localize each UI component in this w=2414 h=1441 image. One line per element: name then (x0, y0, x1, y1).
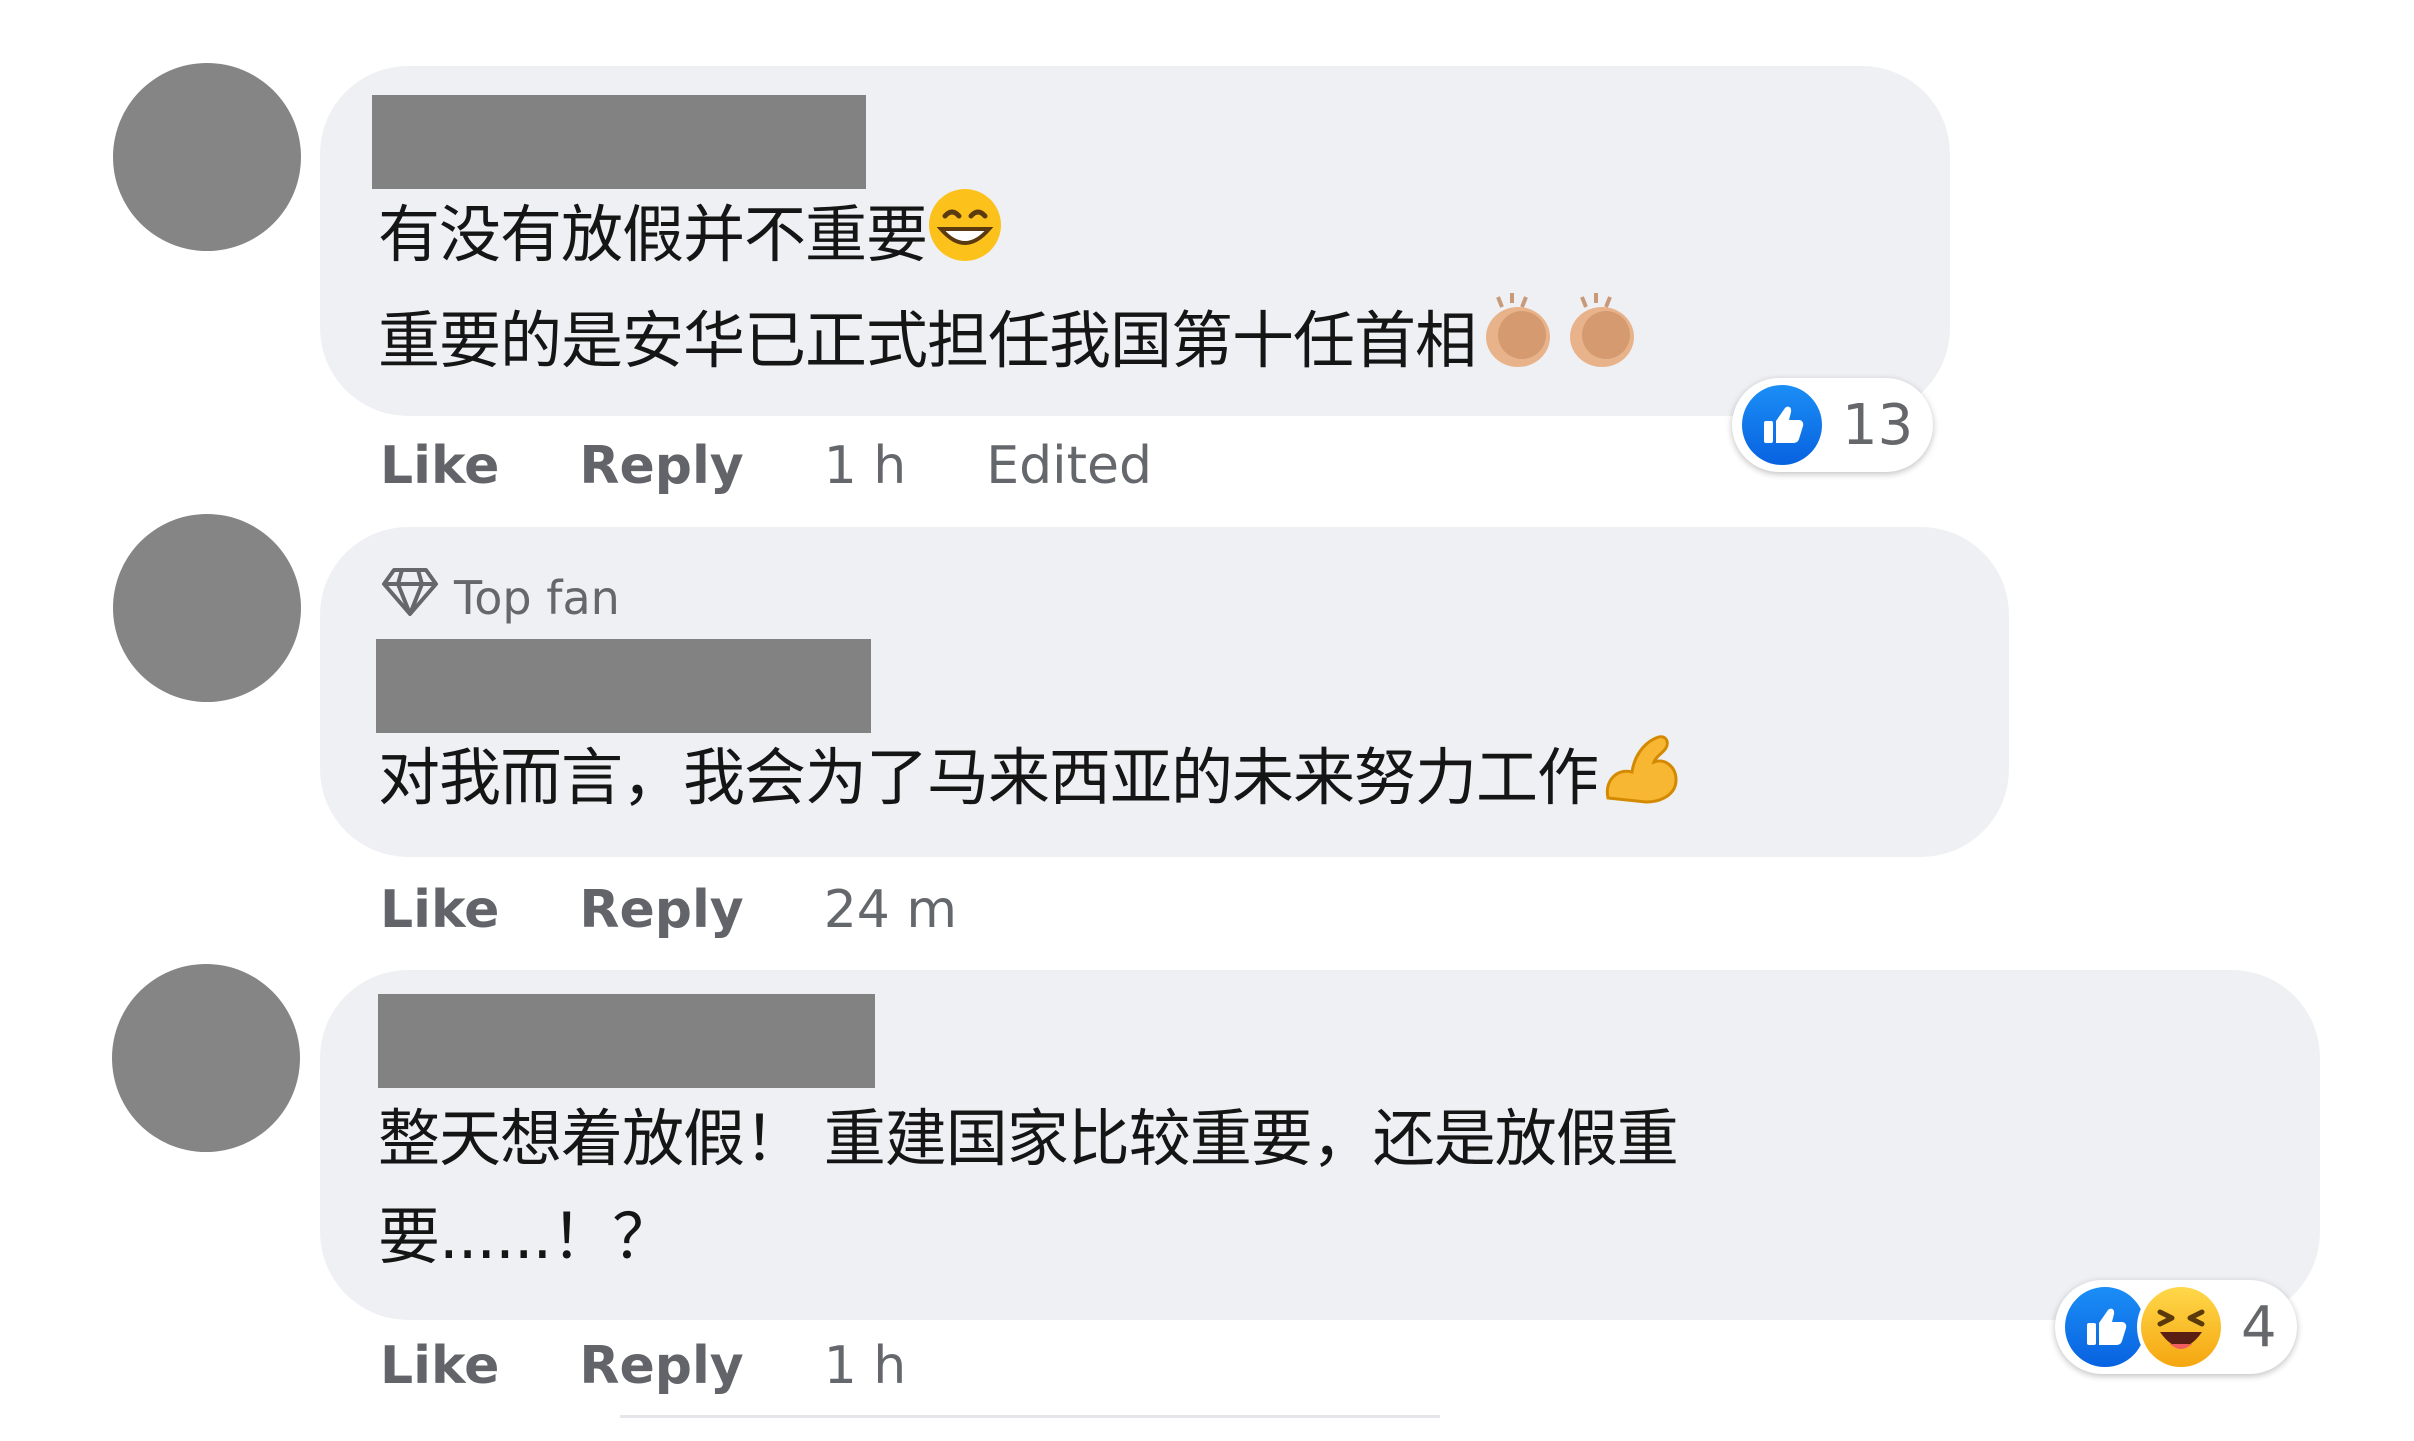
grinning-emoji-icon (927, 187, 1003, 291)
top-fan-badge[interactable]: Top fan (380, 566, 620, 629)
divider (620, 1415, 1440, 1418)
like-reaction-icon (2061, 1283, 2149, 1371)
flexed-biceps-emoji-icon (1598, 728, 1682, 836)
reaction-count: 4 (2241, 1294, 2277, 1360)
like-reaction-icon (1738, 381, 1826, 469)
reply-button[interactable]: Reply (579, 436, 743, 496)
avatar[interactable] (113, 63, 301, 251)
like-button[interactable]: Like (380, 436, 499, 496)
comment-line: 对我而言，我会为了马来西亚的未来努力工作 (378, 741, 1599, 815)
reaction-summary[interactable]: 13 (1732, 378, 1934, 472)
clap-emoji-icon (1476, 291, 1560, 399)
comment-text: 整天想着放假！ 重建国家比较重要，还是放假重 要......！？ (378, 1090, 1679, 1286)
comment-line: 有没有放假并不重要 (378, 198, 928, 271)
redacted-author-name[interactable] (372, 95, 866, 189)
like-button[interactable]: Like (380, 880, 499, 940)
avatar[interactable] (113, 514, 301, 702)
reaction-count: 13 (1842, 392, 1914, 458)
haha-reaction-icon (2137, 1283, 2225, 1371)
comment-actions: Like Reply 1 h (380, 1336, 906, 1396)
comment-line: 重要的是安华已正式担任我国第十任首相 (378, 304, 1477, 377)
avatar[interactable] (112, 964, 300, 1152)
comment-text: 有没有放假并不重要 重要的是安华已正式担任我国第十任首相 (378, 186, 1644, 399)
timestamp[interactable]: 1 h (824, 1336, 907, 1396)
comment-text: 对我而言，我会为了马来西亚的未来努力工作 (378, 728, 1682, 836)
edited-label[interactable]: Edited (986, 436, 1152, 496)
top-fan-label: Top fan (454, 570, 620, 625)
comment-actions: Like Reply 1 h Edited (380, 436, 1152, 496)
clap-emoji-icon (1560, 291, 1644, 399)
reaction-summary[interactable]: 4 (2055, 1280, 2297, 1374)
reply-button[interactable]: Reply (579, 880, 743, 940)
comment-actions: Like Reply 24 m (380, 880, 957, 940)
comment-line: 整天想着放假！ 重建国家比较重要，还是放假重 (378, 1102, 1679, 1175)
redacted-author-name[interactable] (378, 994, 875, 1088)
timestamp[interactable]: 1 h (824, 436, 907, 496)
redacted-author-name[interactable] (376, 639, 871, 733)
reply-button[interactable]: Reply (579, 1336, 743, 1396)
diamond-icon (380, 566, 440, 629)
comment-line: 要......！？ (378, 1200, 674, 1273)
like-button[interactable]: Like (380, 1336, 499, 1396)
timestamp[interactable]: 24 m (824, 880, 957, 940)
